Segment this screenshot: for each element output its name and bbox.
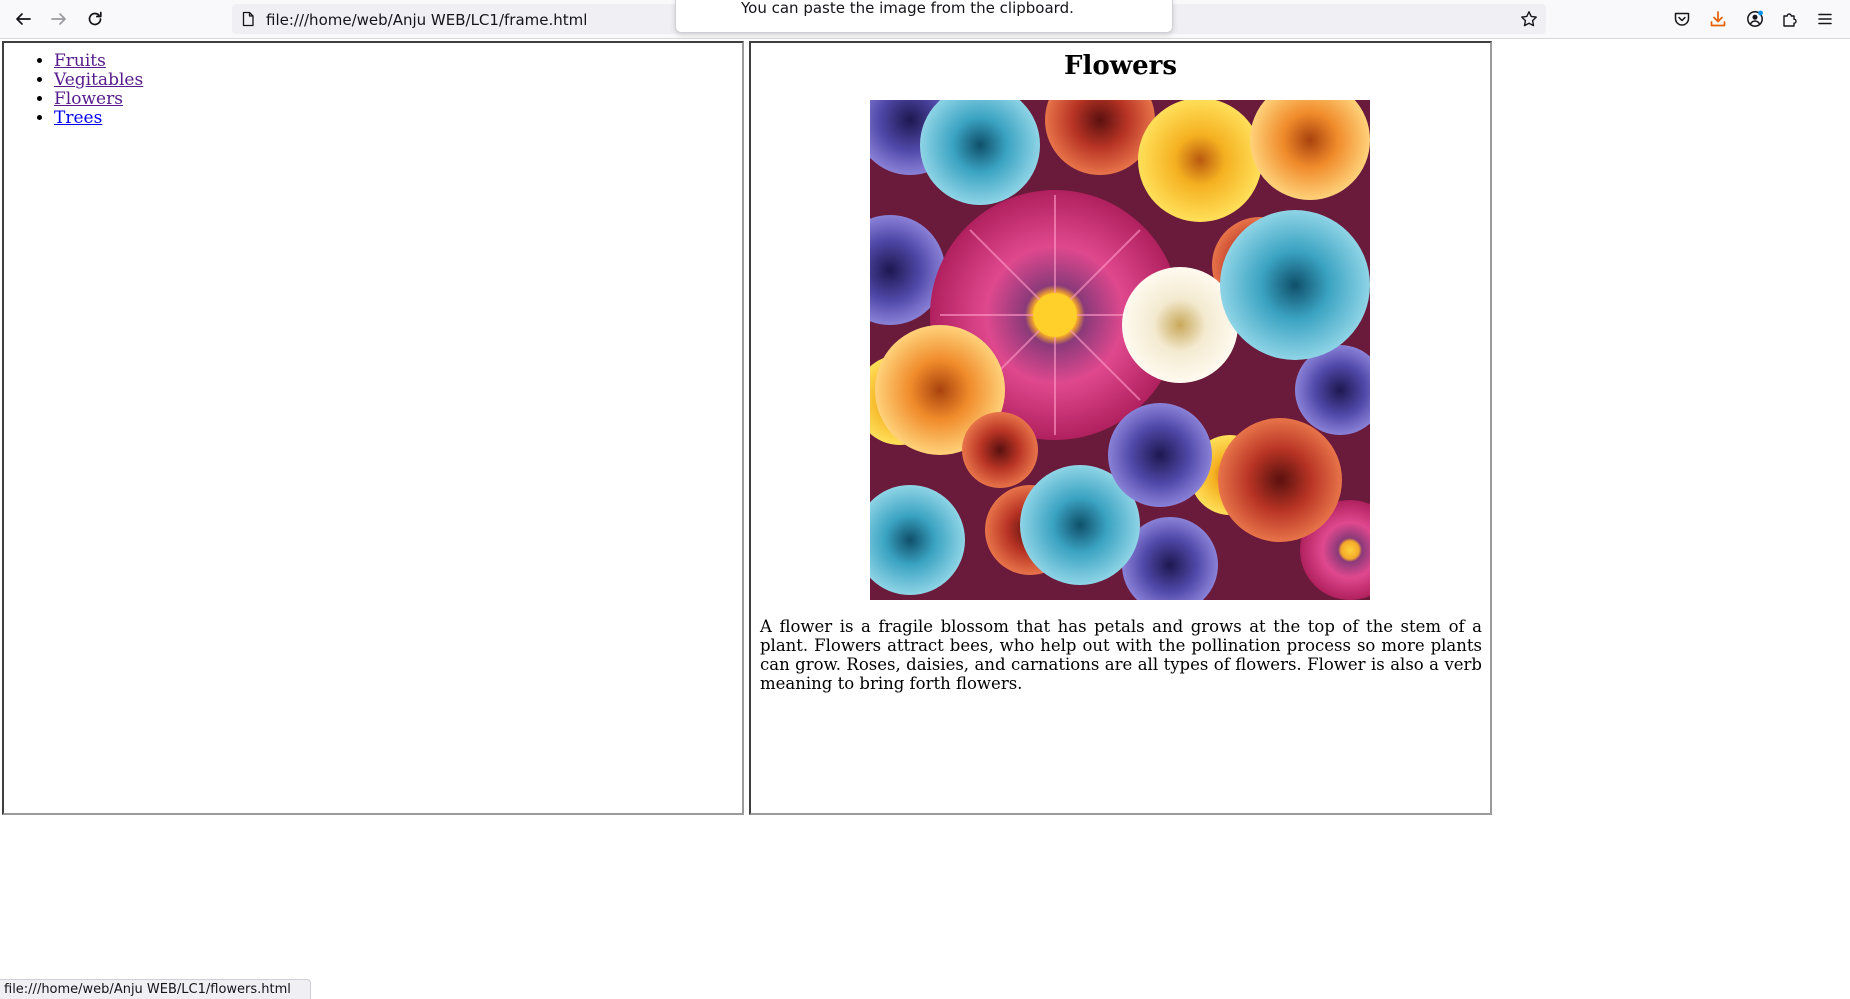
content-frame: Flowers A flower is a fragile blossom th…	[749, 41, 1492, 815]
status-bar: file:///home/web/Anju WEB/LC1/flowers.ht…	[0, 979, 311, 999]
nav-link-flowers[interactable]: Flowers	[54, 89, 123, 109]
flowers-illustration	[870, 100, 1370, 600]
bookmark-star-icon[interactable]	[1520, 10, 1538, 28]
page-title: Flowers	[1064, 51, 1177, 81]
account-icon	[1747, 10, 1763, 27]
reload-button[interactable]	[80, 4, 110, 34]
back-button[interactable]	[8, 4, 38, 34]
pocket-icon	[1674, 12, 1690, 26]
extensions-icon	[1783, 13, 1797, 27]
url-text[interactable]: file:///home/web/Anju WEB/LC1/frame.html	[266, 11, 587, 29]
flowers-image	[870, 100, 1370, 600]
forward-button[interactable]	[44, 4, 74, 34]
paste-tooltip: You can paste the image from the clipboa…	[675, 0, 1173, 33]
nav-item-trees: Trees	[54, 109, 143, 128]
downloads-icon	[1710, 11, 1726, 27]
reload-icon	[88, 11, 102, 26]
menu-button[interactable]	[1810, 4, 1840, 34]
extensions-button[interactable]	[1775, 4, 1805, 34]
menu-icon	[1818, 13, 1832, 25]
pocket-button[interactable]	[1667, 4, 1697, 34]
nav-item-fruits: Fruits	[54, 52, 143, 71]
nav-link-trees[interactable]: Trees	[54, 108, 102, 128]
nav-link-vegitables[interactable]: Vegitables	[54, 70, 143, 90]
navigation-frame: Fruits Vegitables Flowers Trees	[2, 41, 744, 815]
downloads-button[interactable]	[1703, 4, 1733, 34]
back-icon	[16, 13, 31, 25]
forward-icon	[51, 13, 66, 25]
nav-link-fruits[interactable]: Fruits	[54, 51, 106, 71]
flowers-description: A flower is a fragile blossom that has p…	[760, 617, 1482, 693]
nav-item-flowers: Flowers	[54, 90, 143, 109]
page-icon	[242, 11, 254, 27]
account-button[interactable]	[1740, 4, 1770, 34]
nav-list: Fruits Vegitables Flowers Trees	[54, 52, 143, 128]
nav-item-vegitables: Vegitables	[54, 71, 143, 90]
